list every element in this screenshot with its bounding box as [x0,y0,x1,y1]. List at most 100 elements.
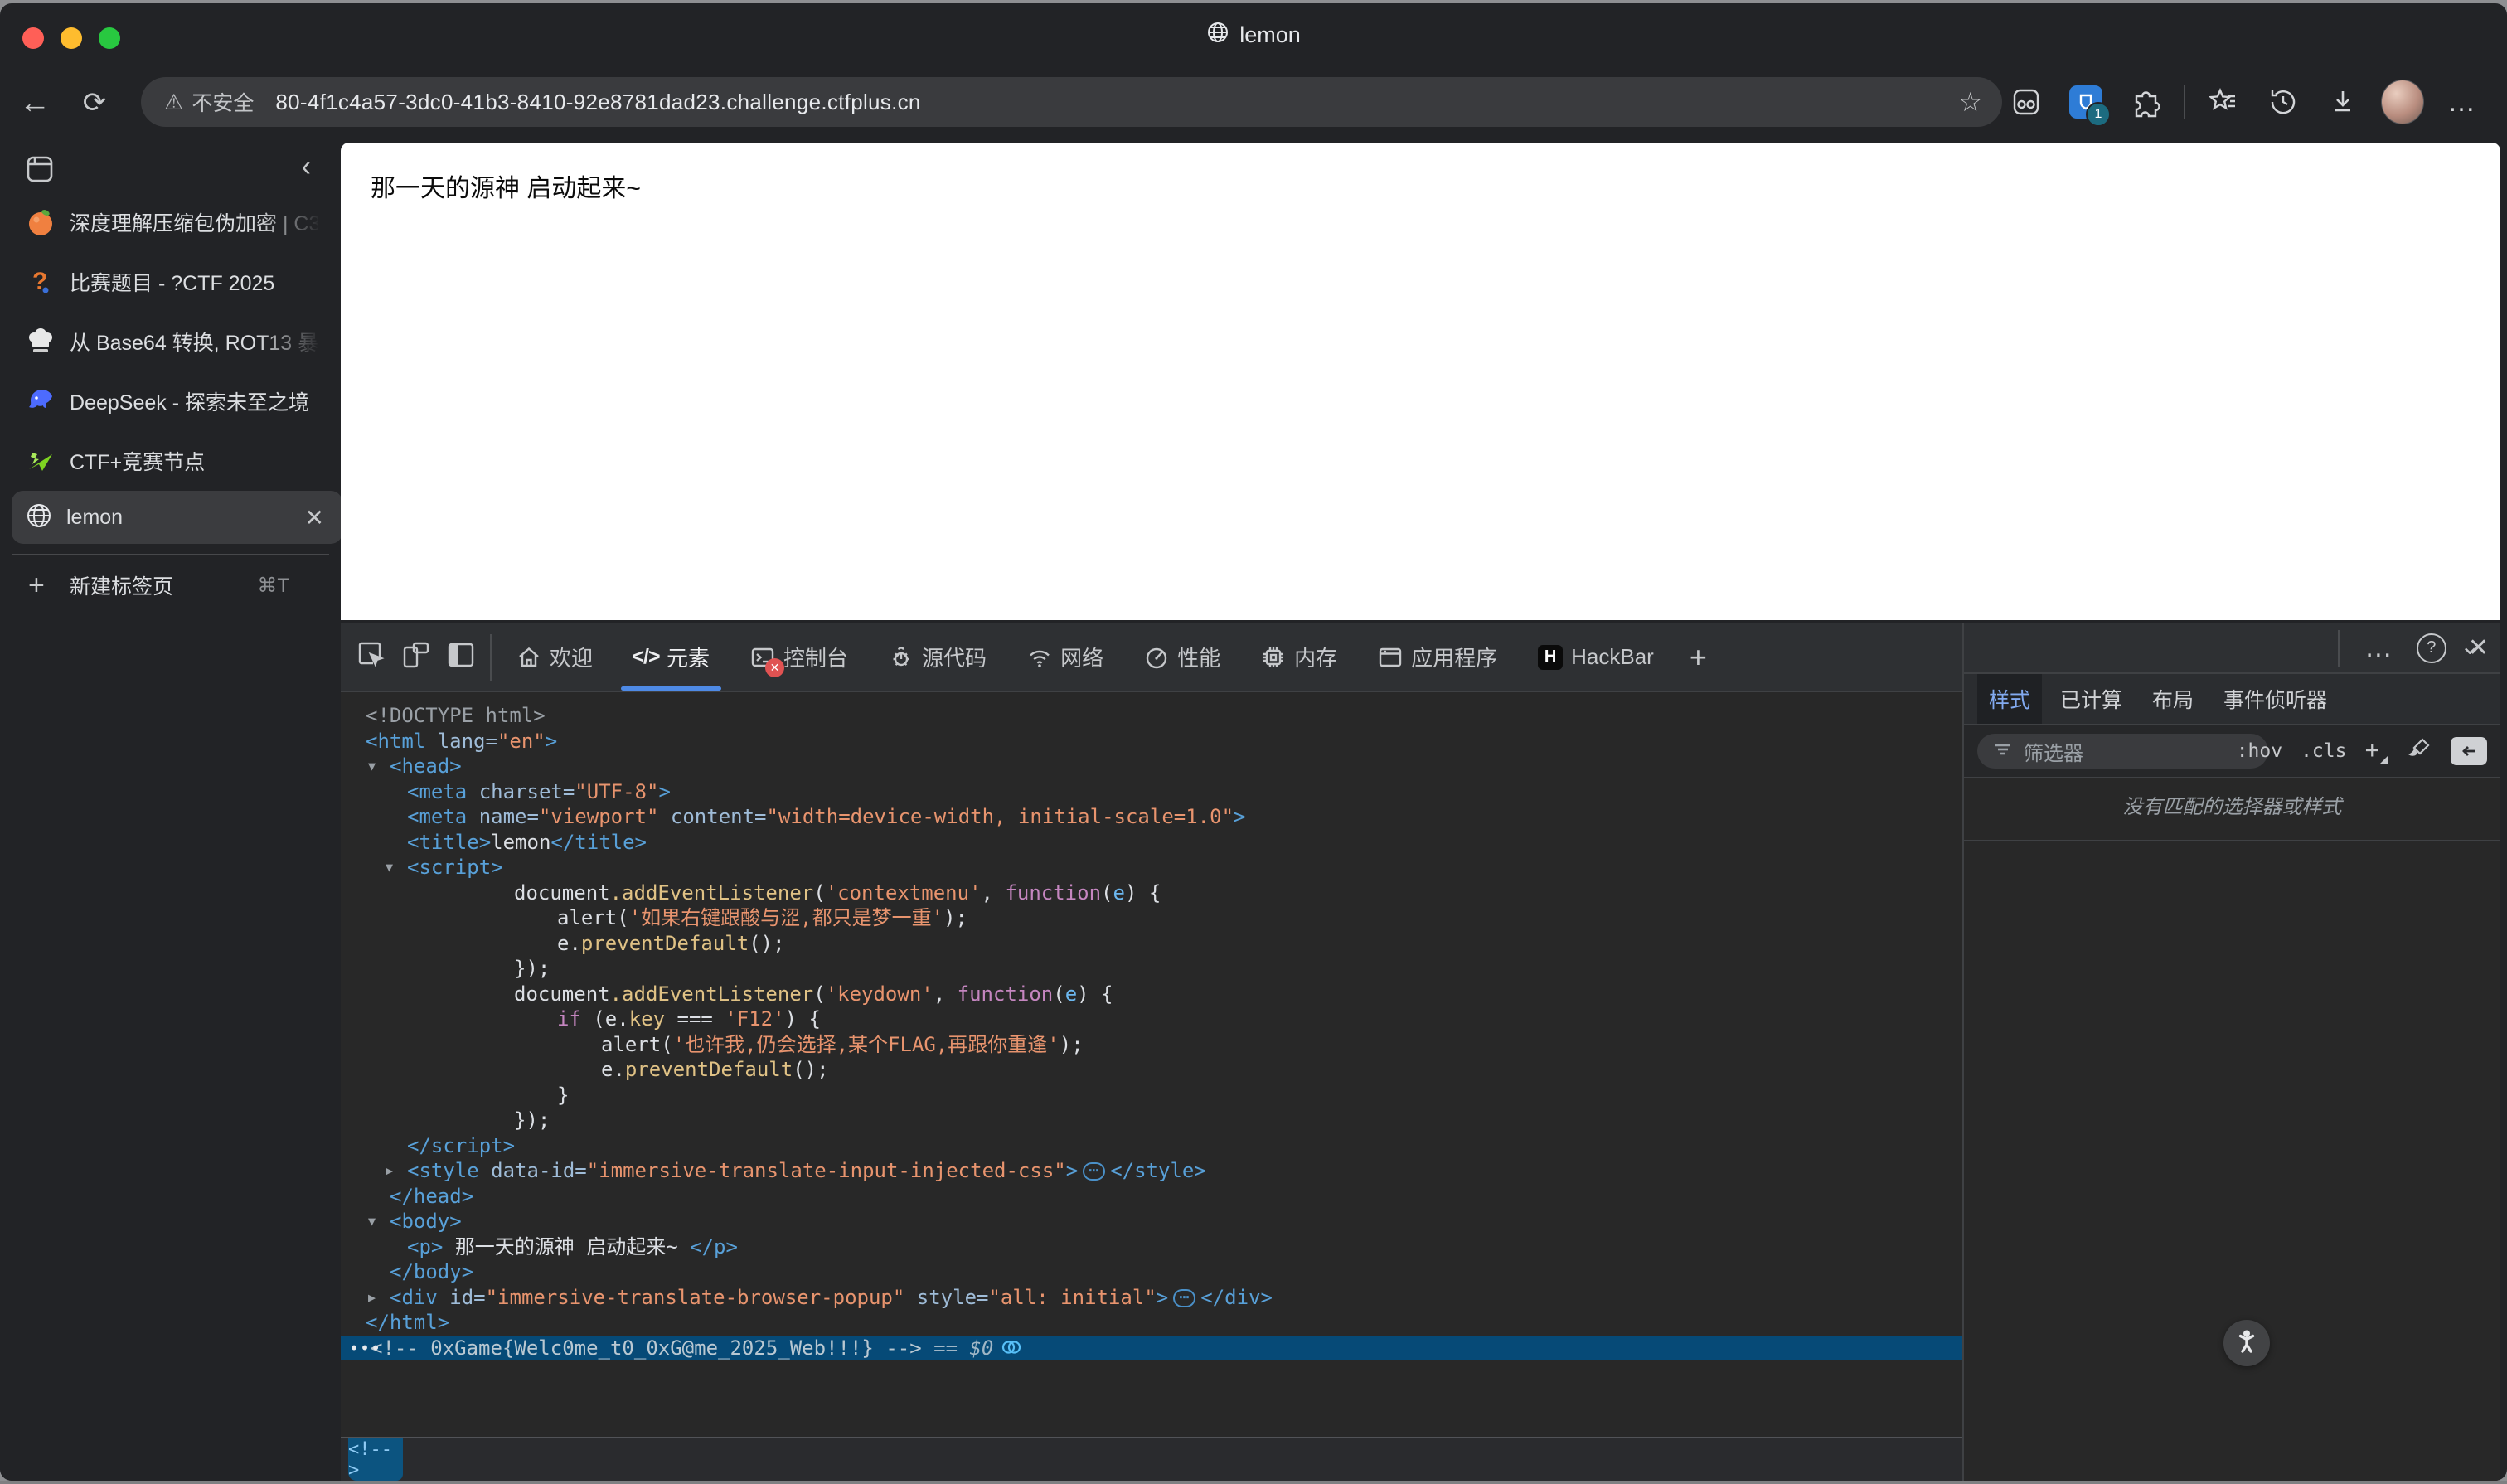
devtools-tab-源代码[interactable]: 源代码 [872,623,1002,691]
downloads-icon[interactable] [2321,80,2364,124]
new-tab-button[interactable]: + 新建标签页 ⌘T [0,562,341,609]
chevron-down-icon[interactable]: ⌄ [2460,632,2480,661]
close-tab-icon[interactable]: ✕ [305,504,324,531]
immersive-translate-float-button[interactable] [2223,1320,2270,1366]
devtools-tab-网络[interactable]: 网络 [1011,623,1119,691]
elements-tree[interactable]: <!DOCTYPE html><html lang="en">▼<head><m… [341,692,1962,1438]
password-extension-icon[interactable]: 1 [2064,80,2107,124]
code-line[interactable]: alert('如果右键跟酸与涩,都只是梦一重'); [341,905,1962,931]
styles-filter-input[interactable]: 筛选器 [1977,734,2268,769]
expand-arrow-icon[interactable]: ▼ [368,754,376,779]
accessibility-person-icon [2233,1327,2261,1360]
code-line[interactable]: ▶<div id="immersive-translate-browser-po… [341,1285,1962,1311]
code-line[interactable]: <meta name="viewport" content="width=dev… [341,804,1962,830]
toolbar-separator [2184,85,2185,119]
brush-icon[interactable] [2404,735,2432,768]
code-line[interactable]: <meta charset="UTF-8"> [341,779,1962,805]
favorite-star-icon[interactable]: ☆ [1958,86,1982,118]
class-toggle[interactable]: .cls [2301,740,2346,762]
styles-tab-事件侦听器[interactable]: 事件侦听器 [2212,674,2339,724]
reload-button[interactable]: ⟳ [73,81,116,124]
devtools-tab-label: HackBar [1571,644,1654,670]
inline-expand-icon[interactable]: ⋯ [1083,1162,1105,1181]
code-line[interactable]: alert('也许我,仍会选择,某个FLAG,再跟你重逢'); [341,1032,1962,1058]
more-tools-plus-icon[interactable]: + [1678,623,1719,691]
expand-arrow-icon[interactable]: ▼ [386,855,393,880]
devtools-help-icon[interactable]: ? [2417,633,2446,663]
code-line[interactable]: ▼<head> [341,754,1962,779]
inspect-element-icon[interactable] [356,639,387,675]
dock-side-icon[interactable] [445,639,477,675]
favorites-bar-icon[interactable] [2202,80,2245,124]
breadcrumb-node[interactable]: <!--> [348,1438,403,1481]
code-line[interactable]: <!DOCTYPE html> [341,703,1962,729]
styles-tab-布局[interactable]: 布局 [2141,674,2205,724]
devtools-tab-欢迎[interactable]: 欢迎 [500,623,609,691]
devtools-tab-性能[interactable]: 性能 [1127,623,1236,691]
back-button[interactable]: ← [13,81,56,124]
url-text[interactable]: 80-4f1c4a57-3dc0-41b3-8410-92e8781dad23.… [275,90,1958,115]
code-line[interactable]: document.addEventListener('keydown', fun… [341,982,1962,1007]
code-line[interactable]: ▼<script> [341,855,1962,880]
styles-tab-样式[interactable]: 样式 [1977,674,2042,724]
new-style-rule-button[interactable]: + [2364,737,2386,765]
code-line[interactable]: e.preventDefault(); [341,931,1962,957]
address-bar[interactable]: ⚠ 不安全 80-4f1c4a57-3dc0-41b3-8410-92e8781… [141,77,2002,127]
profile-avatar[interactable] [2381,80,2424,124]
toggle-panel-icon[interactable] [2451,737,2487,765]
collapse-arrow-icon[interactable]: ▶ [368,1285,376,1311]
code-line[interactable]: </script> [341,1133,1962,1159]
settings-more-icon[interactable]: … [2441,80,2484,124]
devtools-tab-内存[interactable]: 内存 [1244,623,1353,691]
hover-state-toggle[interactable]: :hov [2237,740,2282,762]
code-line[interactable]: <p> 那一天的源神 启动起来~ </p> [341,1234,1962,1260]
node-link-icon[interactable] [1000,1336,1023,1365]
sidebar-item[interactable]: CTF+竞赛节点 [0,431,341,491]
bug-icon [888,644,914,671]
extensions-puzzle-icon[interactable] [2124,80,2167,124]
page-paragraph: 那一天的源神 启动起来~ [371,167,641,204]
devtools-tab-元素[interactable]: </>元素 [617,623,725,691]
window-title-text: lemon [1239,22,1301,48]
devtools-tab-控制台[interactable]: ✕控制台 [734,623,864,691]
sidebar-item[interactable]: DeepSeek - 探索未至之境 [0,371,341,431]
code-line[interactable]: document.addEventListener('contextmenu',… [341,880,1962,906]
devtools-more-icon[interactable]: … [2364,632,2395,664]
code-icon: </> [633,644,659,671]
code-line[interactable]: ▶<style data-id="immersive-translate-inp… [341,1158,1962,1184]
collapse-sidebar-icon[interactable]: ‹ [302,151,311,183]
code-line[interactable]: }); [341,1108,1962,1133]
code-line[interactable]: } [341,1083,1962,1108]
expand-arrow-icon[interactable]: ▼ [368,1209,376,1234]
code-line[interactable]: </html> [341,1310,1962,1336]
device-toolbar-icon[interactable] [400,639,432,675]
code-line[interactable]: <title>lemon</title> [341,830,1962,856]
sidebar-item[interactable]: 从 Base64 转换, ROT13 暴 [0,312,341,371]
filter-icon [1992,739,2014,764]
code-line[interactable]: </body> [341,1259,1962,1285]
styles-tab-已计算[interactable]: 已计算 [2049,674,2134,724]
code-line[interactable]: <html lang="en"> [341,729,1962,754]
home-icon [516,644,542,671]
sidebar-item[interactable]: 深度理解压缩包伪加密 | C3 [0,192,341,252]
memory-icon [1260,644,1287,671]
selected-node-row[interactable]: •••<!-- 0xGame{Welc0me_t0_0xG@me_2025_We… [341,1336,1962,1361]
code-line[interactable]: ▼<body> [341,1209,1962,1234]
code-line[interactable]: e.preventDefault(); [341,1057,1962,1083]
collapse-arrow-icon[interactable]: ▶ [386,1158,393,1184]
tab-actions-icon[interactable] [23,153,56,190]
inline-expand-icon[interactable]: ⋯ [1173,1289,1195,1307]
devtools-tab-HackBar[interactable]: HHackBar [1521,623,1670,691]
node-actions-dots[interactable]: ••• [349,1336,381,1361]
devtools-tab-label: 源代码 [922,642,987,672]
devtools-tab-应用程序[interactable]: 应用程序 [1361,623,1513,691]
history-icon[interactable] [2262,80,2305,124]
sidebar-item[interactable]: ?比赛题目 - ?CTF 2025 [0,252,341,312]
error-badge: ✕ [765,658,784,677]
code-line[interactable]: if (e.key === 'F12') { [341,1006,1962,1032]
split-screen-icon[interactable] [2005,80,2048,124]
devtools-tabs: 欢迎</>元素✕控制台 源代码网络性能内存应用程序HHackBar+ [500,623,1719,691]
code-line[interactable]: }); [341,956,1962,982]
active-tab-lemon[interactable]: lemon ✕ [12,491,342,544]
code-line[interactable]: </head> [341,1184,1962,1210]
